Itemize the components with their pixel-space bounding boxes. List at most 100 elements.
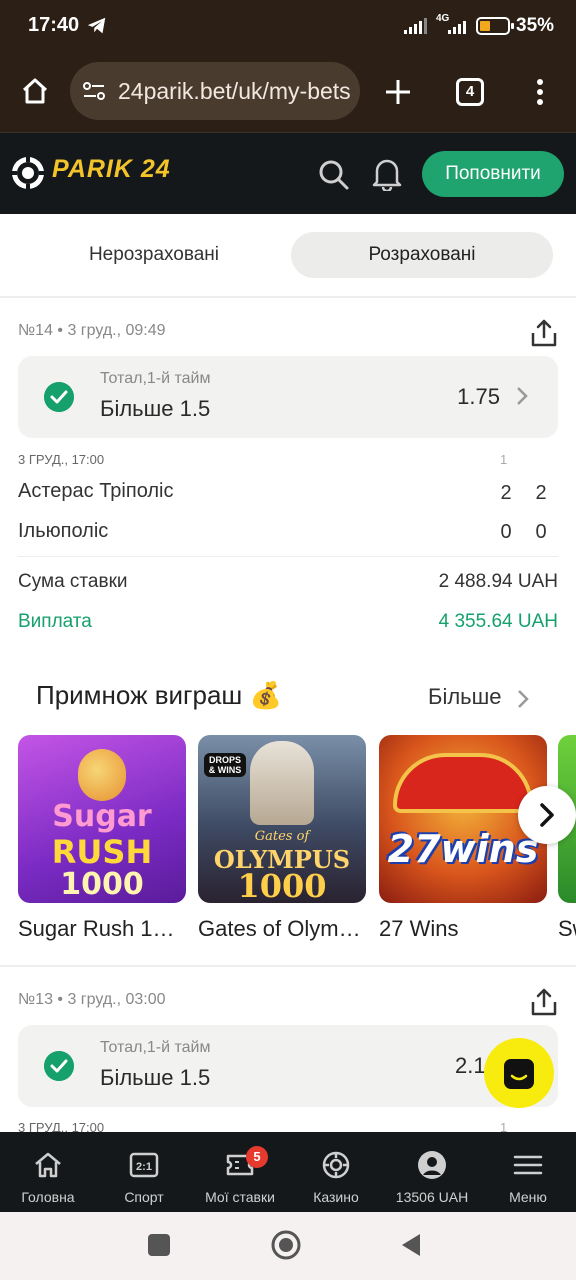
nav-label: Казино bbox=[313, 1189, 359, 1205]
games-more-link[interactable]: Більше bbox=[428, 684, 502, 710]
nav-label: 13506 UAH bbox=[395, 1189, 469, 1205]
scoreboard-icon-text: 2:1 bbox=[136, 1161, 152, 1173]
divider bbox=[0, 965, 576, 967]
payout-value: 4 355.64 UAH bbox=[438, 611, 558, 632]
browser-toolbar: 24parik.bet/uk/my-bets 4 bbox=[0, 56, 576, 132]
chevron-right-icon[interactable] bbox=[517, 689, 529, 709]
site-logo[interactable]: PARIK 24 bbox=[52, 155, 171, 184]
zeus-art bbox=[250, 741, 314, 825]
gumball-art bbox=[78, 749, 126, 801]
home-icon bbox=[35, 1152, 61, 1178]
battery-percent: 35% bbox=[516, 15, 555, 36]
more-label: Більше bbox=[428, 684, 502, 709]
tab-unsettled[interactable]: Нерозраховані bbox=[18, 232, 290, 278]
home-icon[interactable] bbox=[20, 76, 50, 106]
game-tile-sugar-rush[interactable]: Sugar RUSH 1000 bbox=[18, 735, 186, 903]
logo-chip-icon[interactable] bbox=[10, 155, 46, 191]
topup-button[interactable]: Поповнити bbox=[422, 151, 564, 197]
check-circle-icon bbox=[44, 382, 74, 412]
scoreboard-icon: 2:1 bbox=[129, 1152, 159, 1178]
system-navigation-bar bbox=[0, 1212, 576, 1280]
site-header: PARIK 24 Поповнити bbox=[0, 132, 576, 214]
stake-label: Сума ставки bbox=[18, 571, 128, 592]
games-title-text: Примнож виграш bbox=[36, 680, 243, 710]
url-text: 24parik.bet/uk/my-bets bbox=[118, 78, 351, 104]
new-tab-icon[interactable] bbox=[384, 78, 412, 106]
game-art-text: 27wins bbox=[387, 827, 539, 871]
game-art-text: Sugar bbox=[52, 799, 152, 834]
period-label: 1 bbox=[500, 452, 508, 467]
casino-chip-icon bbox=[322, 1151, 350, 1179]
notification-bell-icon[interactable] bbox=[372, 157, 402, 191]
game-art-badge: DROPS & WINS bbox=[204, 753, 246, 777]
status-bar: 17:40 4G 35% bbox=[0, 0, 576, 56]
bet-header: №14 • 3 груд., 09:49 bbox=[18, 322, 166, 339]
game-art-text: 1000 bbox=[237, 867, 327, 903]
address-bar[interactable]: 24parik.bet/uk/my-bets bbox=[70, 62, 360, 120]
game-name[interactable]: Sugar Rush 1000 bbox=[18, 916, 186, 942]
recents-icon[interactable] bbox=[148, 1234, 170, 1256]
battery-icon bbox=[476, 17, 514, 35]
bet-header: №13 • 3 груд., 03:00 bbox=[18, 991, 166, 1008]
team-away: Ільюполіс bbox=[18, 520, 109, 542]
nav-home[interactable]: Головна bbox=[0, 1132, 96, 1212]
score-total: 2 bbox=[535, 482, 547, 504]
money-bag-icon: 💰 bbox=[249, 680, 282, 710]
jester-hat-art bbox=[393, 753, 533, 813]
game-tile-gates-of-olympus[interactable]: DROPS & WINS Gates of OLYMPUS 1000 bbox=[198, 735, 366, 903]
nav-label: Головна bbox=[21, 1189, 75, 1205]
bet-selection-card[interactable]: Тотал,1-й тайм Більше 1.5 1.75 bbox=[18, 356, 558, 438]
game-name[interactable]: Gates of Olympus 1000 bbox=[198, 916, 366, 942]
nav-sport[interactable]: 2:1 Спорт bbox=[96, 1132, 192, 1212]
nav-label: Спорт bbox=[124, 1189, 164, 1205]
bet-selection-card[interactable]: Тотал,1-й тайм Більше 1.5 2.1 bbox=[18, 1025, 558, 1107]
chevron-right-icon bbox=[540, 803, 554, 827]
menu-icon bbox=[513, 1155, 543, 1175]
divider bbox=[18, 556, 558, 557]
signal-icon-secondary bbox=[448, 21, 466, 34]
bets-count-badge: 5 bbox=[246, 1146, 268, 1168]
share-icon[interactable] bbox=[530, 318, 558, 348]
bet-selection: Більше 1.5 bbox=[100, 396, 211, 421]
home-circle-icon[interactable] bbox=[270, 1229, 302, 1261]
nav-casino[interactable]: Казино bbox=[288, 1132, 384, 1212]
check-circle-icon bbox=[44, 1051, 74, 1081]
stake-value: 2 488.94 UAH bbox=[438, 571, 558, 592]
bet-odds: 2.1 bbox=[455, 1053, 486, 1078]
team-home: Астерас Тріполіс bbox=[18, 480, 174, 502]
event-time: 3 ГРУД., 17:00 bbox=[18, 452, 105, 467]
profile-icon bbox=[418, 1151, 446, 1179]
bottom-navigation: Головна 2:1 Спорт 5 Мої ставки Казино 13… bbox=[0, 1132, 576, 1212]
score-period: 2 bbox=[500, 482, 512, 504]
search-icon[interactable] bbox=[318, 159, 350, 191]
tab-settled[interactable]: Розраховані bbox=[291, 232, 553, 278]
bet-market: Тотал,1-й тайм bbox=[100, 1039, 211, 1056]
tab-switcher-button[interactable]: 4 bbox=[456, 78, 484, 106]
share-icon[interactable] bbox=[530, 987, 558, 1017]
chevron-right-icon bbox=[517, 387, 528, 405]
carousel-next-button[interactable] bbox=[518, 786, 576, 844]
payout-label: Виплата bbox=[18, 611, 92, 632]
bet-market: Тотал,1-й тайм bbox=[100, 370, 211, 387]
game-art-text: Gates of bbox=[254, 829, 310, 844]
telegram-icon bbox=[87, 17, 106, 34]
back-icon[interactable] bbox=[400, 1232, 422, 1258]
site-settings-icon[interactable] bbox=[82, 80, 106, 102]
game-art-text: 1000 bbox=[60, 867, 144, 902]
support-chat-button[interactable] bbox=[484, 1038, 554, 1108]
more-options-icon[interactable] bbox=[536, 78, 544, 106]
game-name[interactable]: Sw bbox=[558, 916, 576, 942]
nav-my-bets[interactable]: 5 Мої ставки bbox=[192, 1132, 288, 1212]
status-time: 17:40 bbox=[28, 14, 80, 36]
game-name[interactable]: 27 Wins bbox=[379, 916, 547, 942]
score-period: 0 bbox=[500, 521, 512, 543]
nav-label: Мої ставки bbox=[205, 1189, 275, 1205]
bet-selection: Більше 1.5 bbox=[100, 1065, 211, 1090]
chat-icon bbox=[504, 1059, 534, 1089]
games-section-title: Примнож виграш 💰 bbox=[36, 680, 282, 711]
bet-odds: 1.75 bbox=[457, 384, 500, 409]
nav-balance[interactable]: 13506 UAH bbox=[384, 1132, 480, 1212]
divider bbox=[0, 296, 576, 298]
nav-menu[interactable]: Меню bbox=[480, 1132, 576, 1212]
game-art-text: RUSH bbox=[51, 833, 153, 871]
